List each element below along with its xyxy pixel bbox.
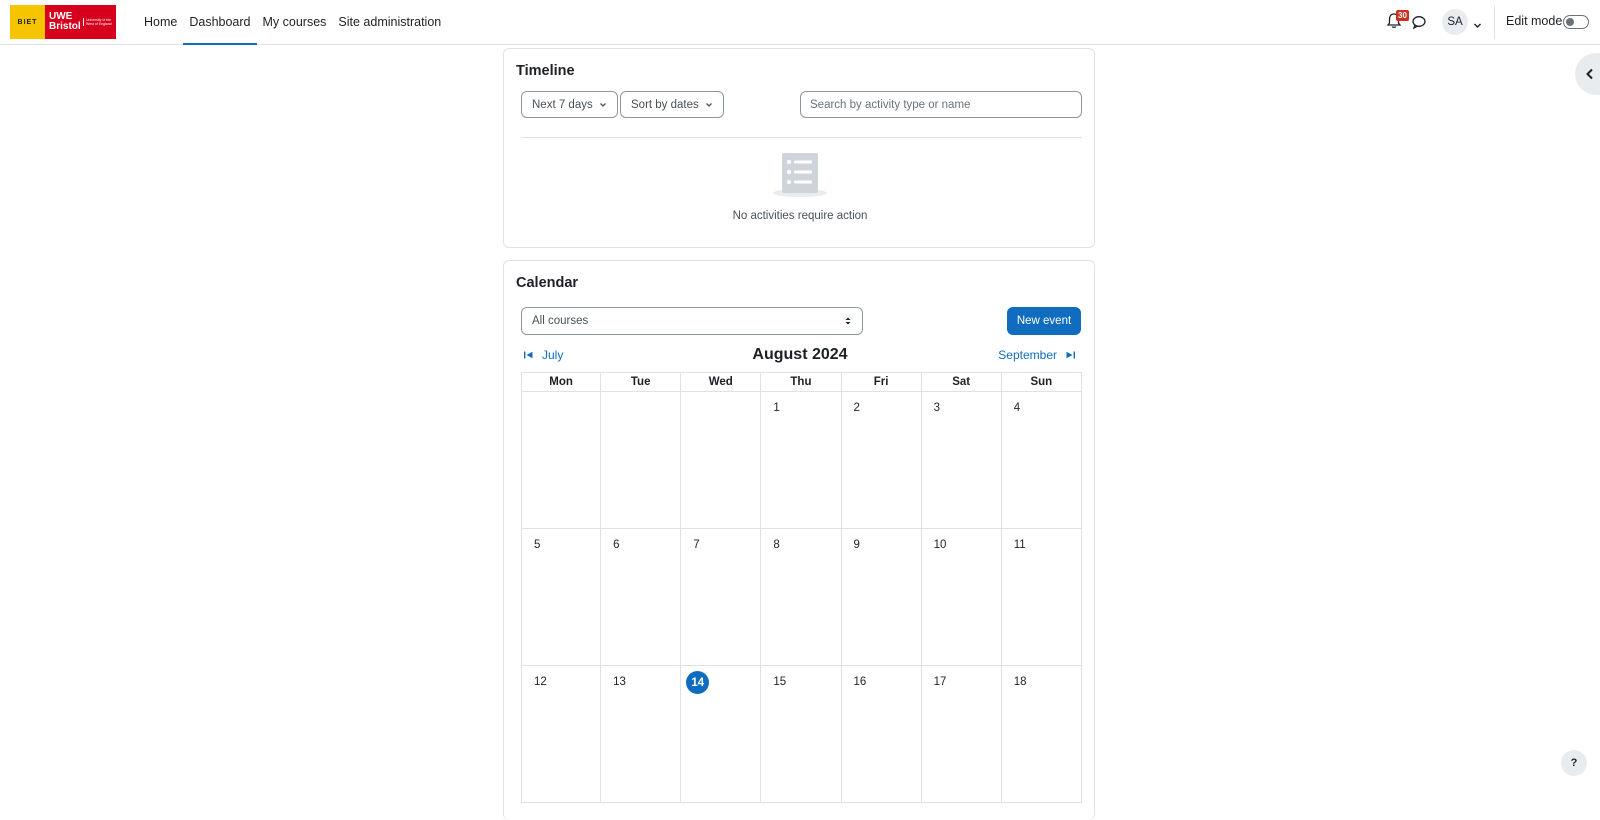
logo-university-text: University of the West of England xyxy=(83,18,113,26)
calendar-day[interactable]: 5 xyxy=(521,529,602,665)
chevron-down-icon xyxy=(705,102,712,107)
next-month-label: September xyxy=(998,348,1057,362)
day-number: 5 xyxy=(534,539,541,551)
timeline-title: Timeline xyxy=(516,63,575,79)
weekday-header: Tue xyxy=(601,373,682,391)
help-button[interactable]: ? xyxy=(1561,750,1587,776)
logo-bristol-text: Bristol xyxy=(49,21,81,32)
weekday-header: Thu xyxy=(761,373,842,391)
chat-bubble-icon[interactable] xyxy=(1411,14,1427,30)
day-number: 1 xyxy=(773,402,780,414)
sort-filter-label: Sort by dates xyxy=(631,98,699,111)
calendar-day[interactable]: 10 xyxy=(922,529,1002,665)
user-avatar[interactable]: SA xyxy=(1442,9,1468,35)
day-number: 17 xyxy=(933,676,947,688)
weekday-header: Sat xyxy=(922,373,1002,391)
calendar-day[interactable]: 18 xyxy=(1002,666,1082,802)
open-drawer-button[interactable] xyxy=(1575,53,1600,95)
calendar-day[interactable]: 11 xyxy=(1002,529,1082,665)
day-number: 15 xyxy=(773,676,787,688)
nav-site-administration[interactable]: Site administration xyxy=(332,0,447,45)
calendar-day[interactable]: 2 xyxy=(842,392,922,528)
day-filter-label: Next 7 days xyxy=(532,98,593,111)
chevron-left-icon xyxy=(1586,68,1593,80)
calendar-day[interactable]: 9 xyxy=(842,529,922,665)
calendar-day[interactable]: 1 xyxy=(761,392,842,528)
calendar-day-empty xyxy=(601,392,682,528)
site-logo[interactable]: BIET UWE Bristol University of the West … xyxy=(10,5,116,39)
day-number: 7 xyxy=(693,539,700,551)
calendar-day-empty xyxy=(521,392,602,528)
next-month-link[interactable]: September xyxy=(998,348,1075,362)
edit-mode-toggle[interactable] xyxy=(1563,15,1589,29)
calendar-day[interactable]: 7 xyxy=(681,529,762,665)
calendar-month-grid: Mon Tue Wed Thu Fri Sat Sun 1 2 3 4 5 6 … xyxy=(521,372,1082,803)
nav-dashboard[interactable]: Dashboard xyxy=(183,0,257,45)
toggle-knob xyxy=(1566,18,1574,26)
weekday-header: Fri xyxy=(842,373,922,391)
calendar-day[interactable]: 16 xyxy=(842,666,922,802)
today-day-number: 14 xyxy=(686,671,710,694)
day-number: 3 xyxy=(933,402,941,414)
calendar-week-row: 5 6 7 8 9 10 11 xyxy=(521,529,1082,666)
chevron-down-icon[interactable] xyxy=(1473,17,1482,28)
day-number: 10 xyxy=(933,539,947,551)
timeline-search-input[interactable]: Search by activity type or name xyxy=(800,91,1082,118)
calendar-week-row: 12 13 14 15 16 17 18 xyxy=(521,666,1082,803)
calendar-day[interactable]: 4 xyxy=(1002,392,1082,528)
timeline-day-filter[interactable]: Next 7 days xyxy=(521,91,618,118)
day-number: 16 xyxy=(853,676,867,688)
notification-count-badge: 30 xyxy=(1396,10,1409,21)
primary-navigation: Home Dashboard My courses Site administr… xyxy=(138,0,447,45)
chevron-down-icon xyxy=(599,102,606,107)
weekday-header: Sun xyxy=(1002,373,1082,391)
calendar-day[interactable]: 15 xyxy=(761,666,842,802)
day-number: 2 xyxy=(853,402,860,414)
day-number: 12 xyxy=(534,676,547,688)
weekday-header: Wed xyxy=(681,373,762,391)
calendar-day-today[interactable]: 14 xyxy=(681,666,762,802)
uwe-bristol-logo: UWE Bristol University of the West of En… xyxy=(45,5,116,39)
nav-my-courses[interactable]: My courses xyxy=(257,0,333,45)
calendar-block: Calendar All courses New event July Augu… xyxy=(503,260,1095,820)
day-number: 6 xyxy=(613,539,620,551)
edit-mode-label: Edit mode xyxy=(1506,14,1563,28)
no-activities-message: No activities require action xyxy=(732,210,868,222)
day-number: 4 xyxy=(1013,402,1021,414)
day-number: 18 xyxy=(1013,676,1027,688)
timeline-block: Timeline Next 7 days Sort by dates Searc… xyxy=(503,48,1095,248)
calendar-week-row: 1 2 3 4 xyxy=(521,392,1082,529)
top-navbar: BIET UWE Bristol University of the West … xyxy=(0,0,1600,45)
day-number: 13 xyxy=(613,676,626,688)
day-number: 9 xyxy=(853,539,860,551)
course-filter-label: All courses xyxy=(532,315,589,327)
arrow-right-icon xyxy=(1066,351,1075,359)
weekday-header-row: Mon Tue Wed Thu Fri Sat Sun xyxy=(521,372,1082,392)
empty-activities-icon xyxy=(772,151,828,199)
nav-divider xyxy=(1494,6,1495,39)
calendar-day[interactable]: 3 xyxy=(922,392,1002,528)
calendar-day-empty xyxy=(681,392,762,528)
weekday-header: Mon xyxy=(521,373,602,391)
day-number: 8 xyxy=(773,539,780,551)
calendar-day[interactable]: 6 xyxy=(601,529,682,665)
nav-home[interactable]: Home xyxy=(138,0,183,45)
timeline-divider xyxy=(521,137,1082,138)
calendar-day[interactable]: 17 xyxy=(922,666,1002,802)
biet-logo: BIET xyxy=(10,5,45,39)
calendar-day[interactable]: 12 xyxy=(521,666,602,802)
timeline-sort-filter[interactable]: Sort by dates xyxy=(620,91,724,118)
course-filter-select[interactable]: All courses xyxy=(521,307,863,335)
select-arrows-icon xyxy=(845,317,851,325)
calendar-title: Calendar xyxy=(516,275,579,291)
new-event-button[interactable]: New event xyxy=(1007,307,1081,335)
day-number: 11 xyxy=(1013,539,1026,551)
calendar-day[interactable]: 8 xyxy=(761,529,842,665)
calendar-day[interactable]: 13 xyxy=(601,666,682,802)
